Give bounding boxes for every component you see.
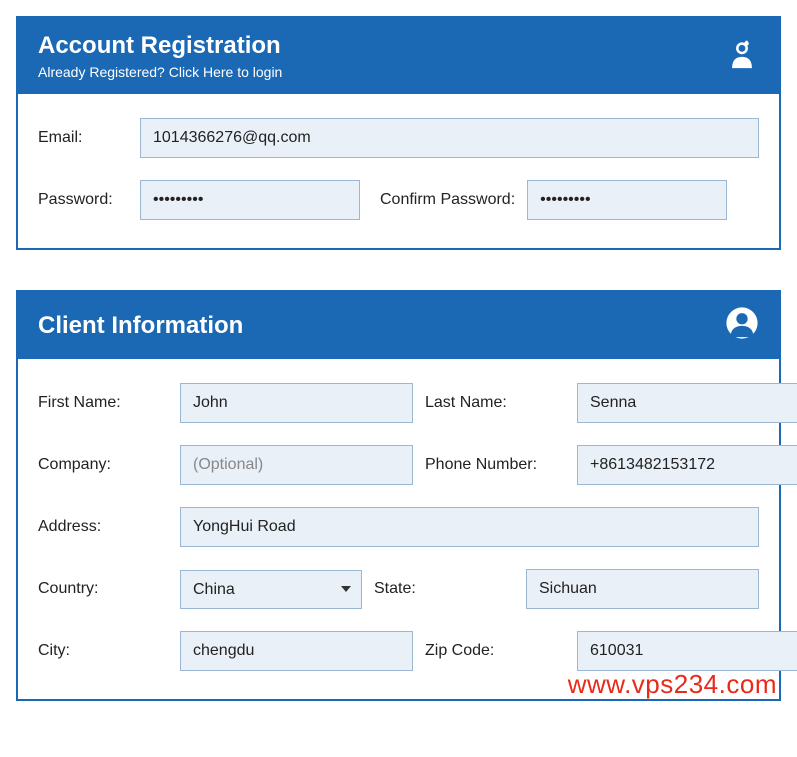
account-panel: Account Registration Already Registered?…: [16, 16, 781, 250]
zip-field[interactable]: [577, 631, 797, 671]
company-field[interactable]: [180, 445, 413, 485]
account-panel-body: Email: Password: Confirm Password:: [18, 94, 779, 248]
zip-label: Zip Code:: [425, 642, 565, 660]
confirm-password-label: Confirm Password:: [380, 191, 515, 209]
client-panel-body: First Name: Last Name: Company: Phone Nu…: [18, 359, 779, 699]
country-label: Country:: [38, 580, 168, 598]
account-title: Account Registration: [38, 32, 282, 60]
city-field[interactable]: [180, 631, 413, 671]
address-label: Address:: [38, 518, 168, 536]
phone-label: Phone Number:: [425, 456, 565, 474]
astronaut-icon: [725, 37, 759, 76]
last-name-label: Last Name:: [425, 394, 565, 412]
confirm-password-field[interactable]: [527, 180, 727, 220]
address-field[interactable]: [180, 507, 759, 547]
account-panel-header: Account Registration Already Registered?…: [18, 18, 779, 94]
last-name-field[interactable]: [577, 383, 797, 423]
phone-field[interactable]: [577, 445, 797, 485]
client-panel: Client Information First Name: Last Name…: [16, 290, 781, 701]
company-label: Company:: [38, 456, 168, 474]
city-label: City:: [38, 642, 168, 660]
password-field[interactable]: [140, 180, 360, 220]
first-name-field[interactable]: [180, 383, 413, 423]
country-select[interactable]: China: [180, 570, 362, 609]
client-title: Client Information: [38, 312, 243, 340]
first-name-label: First Name:: [38, 394, 168, 412]
email-field[interactable]: [140, 118, 759, 158]
client-panel-header: Client Information: [18, 292, 779, 359]
state-label: State:: [374, 580, 514, 598]
email-label: Email:: [38, 129, 128, 147]
login-link[interactable]: Already Registered? Click Here to login: [38, 64, 282, 80]
state-field[interactable]: [526, 569, 759, 609]
user-circle-icon: [725, 306, 759, 345]
password-label: Password:: [38, 191, 128, 209]
